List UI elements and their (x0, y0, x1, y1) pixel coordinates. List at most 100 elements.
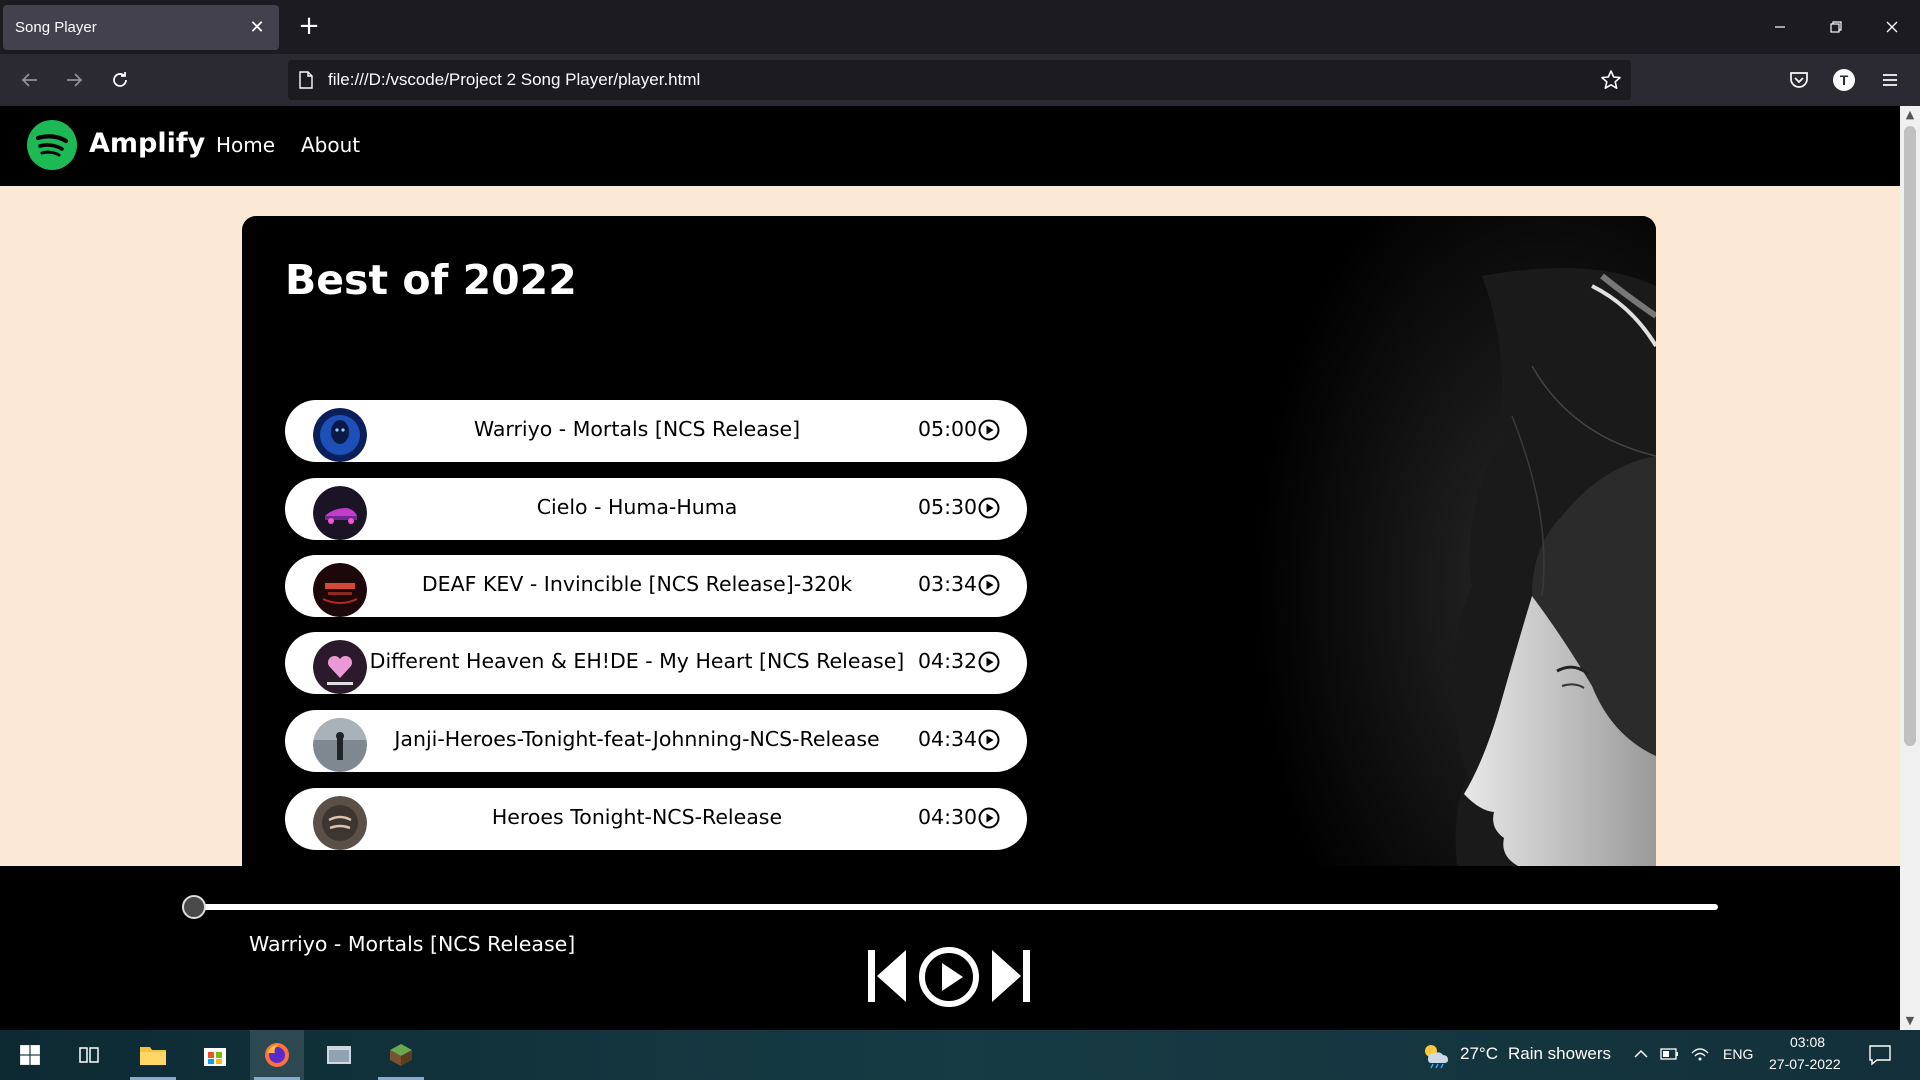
task-view-button[interactable] (62, 1030, 116, 1080)
restore-button[interactable] (1808, 0, 1864, 54)
play-circle-icon[interactable] (978, 574, 1000, 596)
song-cover-image (313, 563, 367, 617)
tab-title: Song Player (15, 19, 97, 36)
song-duration: 04:30 (918, 805, 978, 829)
song-cover-image (313, 486, 367, 540)
song-title: Heroes Tonight-NCS-Release (491, 805, 783, 829)
close-window-button[interactable] (1864, 0, 1920, 54)
battery-icon[interactable] (1660, 1047, 1680, 1061)
taskbar-firefox[interactable] (250, 1030, 304, 1080)
previous-track-icon[interactable] (866, 948, 908, 1004)
page-scrollbar[interactable]: ▲ ▼ (1900, 106, 1920, 1030)
reload-icon (113, 72, 127, 87)
song-title: DEAF KEV - Invincible [NCS Release]-320k (421, 572, 853, 596)
playlist-title: Best of 2022 (285, 256, 577, 304)
clock-time[interactable]: 03:08 (1790, 1034, 1825, 1050)
progress-slider-handle[interactable] (182, 895, 206, 919)
close-icon (1886, 21, 1898, 33)
song-duration: 04:32 (918, 649, 978, 673)
reload-button[interactable] (102, 62, 138, 98)
url-bar[interactable]: file:///D:/vscode/Project 2 Song Player/… (288, 60, 1631, 100)
new-tab-button[interactable]: + (292, 10, 326, 44)
browser-tab-bar: Song Player ✕ + (0, 0, 1920, 54)
menu-button[interactable] (1872, 62, 1908, 98)
wifi-icon[interactable] (1690, 1045, 1710, 1063)
site-brand[interactable]: Amplify (89, 128, 205, 159)
taskbar-file-explorer[interactable] (126, 1030, 180, 1080)
song-item[interactable]: DEAF KEV - Invincible [NCS Release]-320k… (285, 555, 1027, 617)
browser-toolbar: file:///D:/vscode/Project 2 Song Player/… (0, 54, 1920, 106)
minimize-button[interactable] (1752, 0, 1808, 54)
play-circle-icon[interactable] (978, 497, 1000, 519)
play-circle-icon[interactable] (978, 651, 1000, 673)
song-duration: 04:34 (918, 727, 978, 751)
taskbar-app-window[interactable] (312, 1030, 366, 1080)
site-navbar: Amplify Home About (0, 106, 1900, 186)
account-button[interactable]: T (1826, 62, 1862, 98)
background-portrait-image (1232, 216, 1656, 896)
tab-close-icon[interactable]: ✕ (247, 17, 267, 38)
clock-date[interactable]: 27-07-2022 (1769, 1056, 1841, 1072)
restore-icon (1830, 21, 1842, 33)
windows-logo-icon (20, 1045, 40, 1065)
grass-block-icon (390, 1044, 412, 1066)
windows-taskbar: 27°C Rain showers ENG 03:08 27-07-2022 (0, 1030, 1920, 1080)
back-button[interactable] (12, 62, 48, 98)
account-avatar: T (1833, 69, 1855, 91)
forward-arrow-icon (67, 73, 83, 87)
language-indicator[interactable]: ENG (1723, 1046, 1753, 1062)
song-title: Warriyo - Mortals [NCS Release] (473, 417, 801, 441)
nav-link-about[interactable]: About (301, 133, 360, 157)
play-circle-icon[interactable] (978, 729, 1000, 751)
page-viewport: Amplify Home About Best of 2022 Warriyo … (0, 106, 1900, 1030)
song-cover-image (313, 408, 367, 462)
bookmark-star-icon[interactable] (1591, 69, 1631, 91)
page-icon (299, 71, 313, 89)
song-duration: 05:00 (918, 417, 978, 441)
play-pause-icon[interactable] (918, 946, 980, 1008)
forward-button[interactable] (56, 62, 92, 98)
weather-rain-icon[interactable] (1420, 1041, 1450, 1069)
chevron-up-icon[interactable] (1633, 1047, 1649, 1061)
play-circle-icon[interactable] (978, 419, 1000, 441)
player-bar: Warriyo - Mortals [NCS Release] (0, 866, 1900, 1030)
song-item[interactable]: Warriyo - Mortals [NCS Release] 05:00 (285, 400, 1027, 462)
start-button[interactable] (3, 1030, 57, 1080)
song-cover-image (313, 640, 367, 694)
song-item[interactable]: Janji-Heroes-Tonight-feat-Johnning-NCS-R… (285, 710, 1027, 772)
scroll-down-icon[interactable]: ▼ (1900, 1012, 1920, 1030)
progress-bar[interactable] (194, 904, 1718, 910)
app-window-icon (327, 1046, 351, 1064)
taskbar-minecraft[interactable] (374, 1030, 428, 1080)
scrollbar-thumb[interactable] (1904, 126, 1916, 746)
song-title: Different Heaven & EH!DE - My Heart [NCS… (369, 649, 905, 673)
folder-icon (140, 1047, 166, 1065)
url-text[interactable]: file:///D:/vscode/Project 2 Song Player/… (328, 70, 1591, 90)
pocket-icon[interactable] (1781, 62, 1817, 98)
back-arrow-icon (21, 73, 37, 87)
firefox-icon (265, 1043, 289, 1067)
song-duration: 03:34 (918, 572, 978, 596)
task-view-icon (79, 1047, 99, 1063)
song-duration: 05:30 (918, 495, 978, 519)
store-bag-icon (204, 1048, 226, 1066)
notification-icon[interactable] (1868, 1044, 1892, 1066)
taskbar-store[interactable] (188, 1030, 242, 1080)
weather-description[interactable]: Rain showers (1508, 1044, 1611, 1064)
song-cover-image (313, 718, 367, 772)
song-item[interactable]: Heroes Tonight-NCS-Release 04:30 (285, 788, 1027, 850)
song-title: Cielo - Huma-Huma (536, 495, 738, 519)
scroll-up-icon[interactable]: ▲ (1900, 106, 1920, 124)
minimize-icon (1775, 26, 1785, 28)
nav-link-home[interactable]: Home (216, 133, 275, 157)
now-playing-title: Warriyo - Mortals [NCS Release] (249, 932, 576, 956)
song-title: Janji-Heroes-Tonight-feat-Johnning-NCS-R… (394, 727, 880, 751)
weather-temp[interactable]: 27°C (1460, 1044, 1498, 1064)
song-item[interactable]: Different Heaven & EH!DE - My Heart [NCS… (285, 632, 1027, 694)
song-item[interactable]: Cielo - Huma-Huma 05:30 (285, 478, 1027, 540)
spotify-logo-icon (27, 120, 77, 170)
browser-tab[interactable]: Song Player ✕ (3, 5, 279, 50)
play-circle-icon[interactable] (978, 807, 1000, 829)
next-track-icon[interactable] (990, 948, 1032, 1004)
song-cover-image (313, 796, 367, 850)
